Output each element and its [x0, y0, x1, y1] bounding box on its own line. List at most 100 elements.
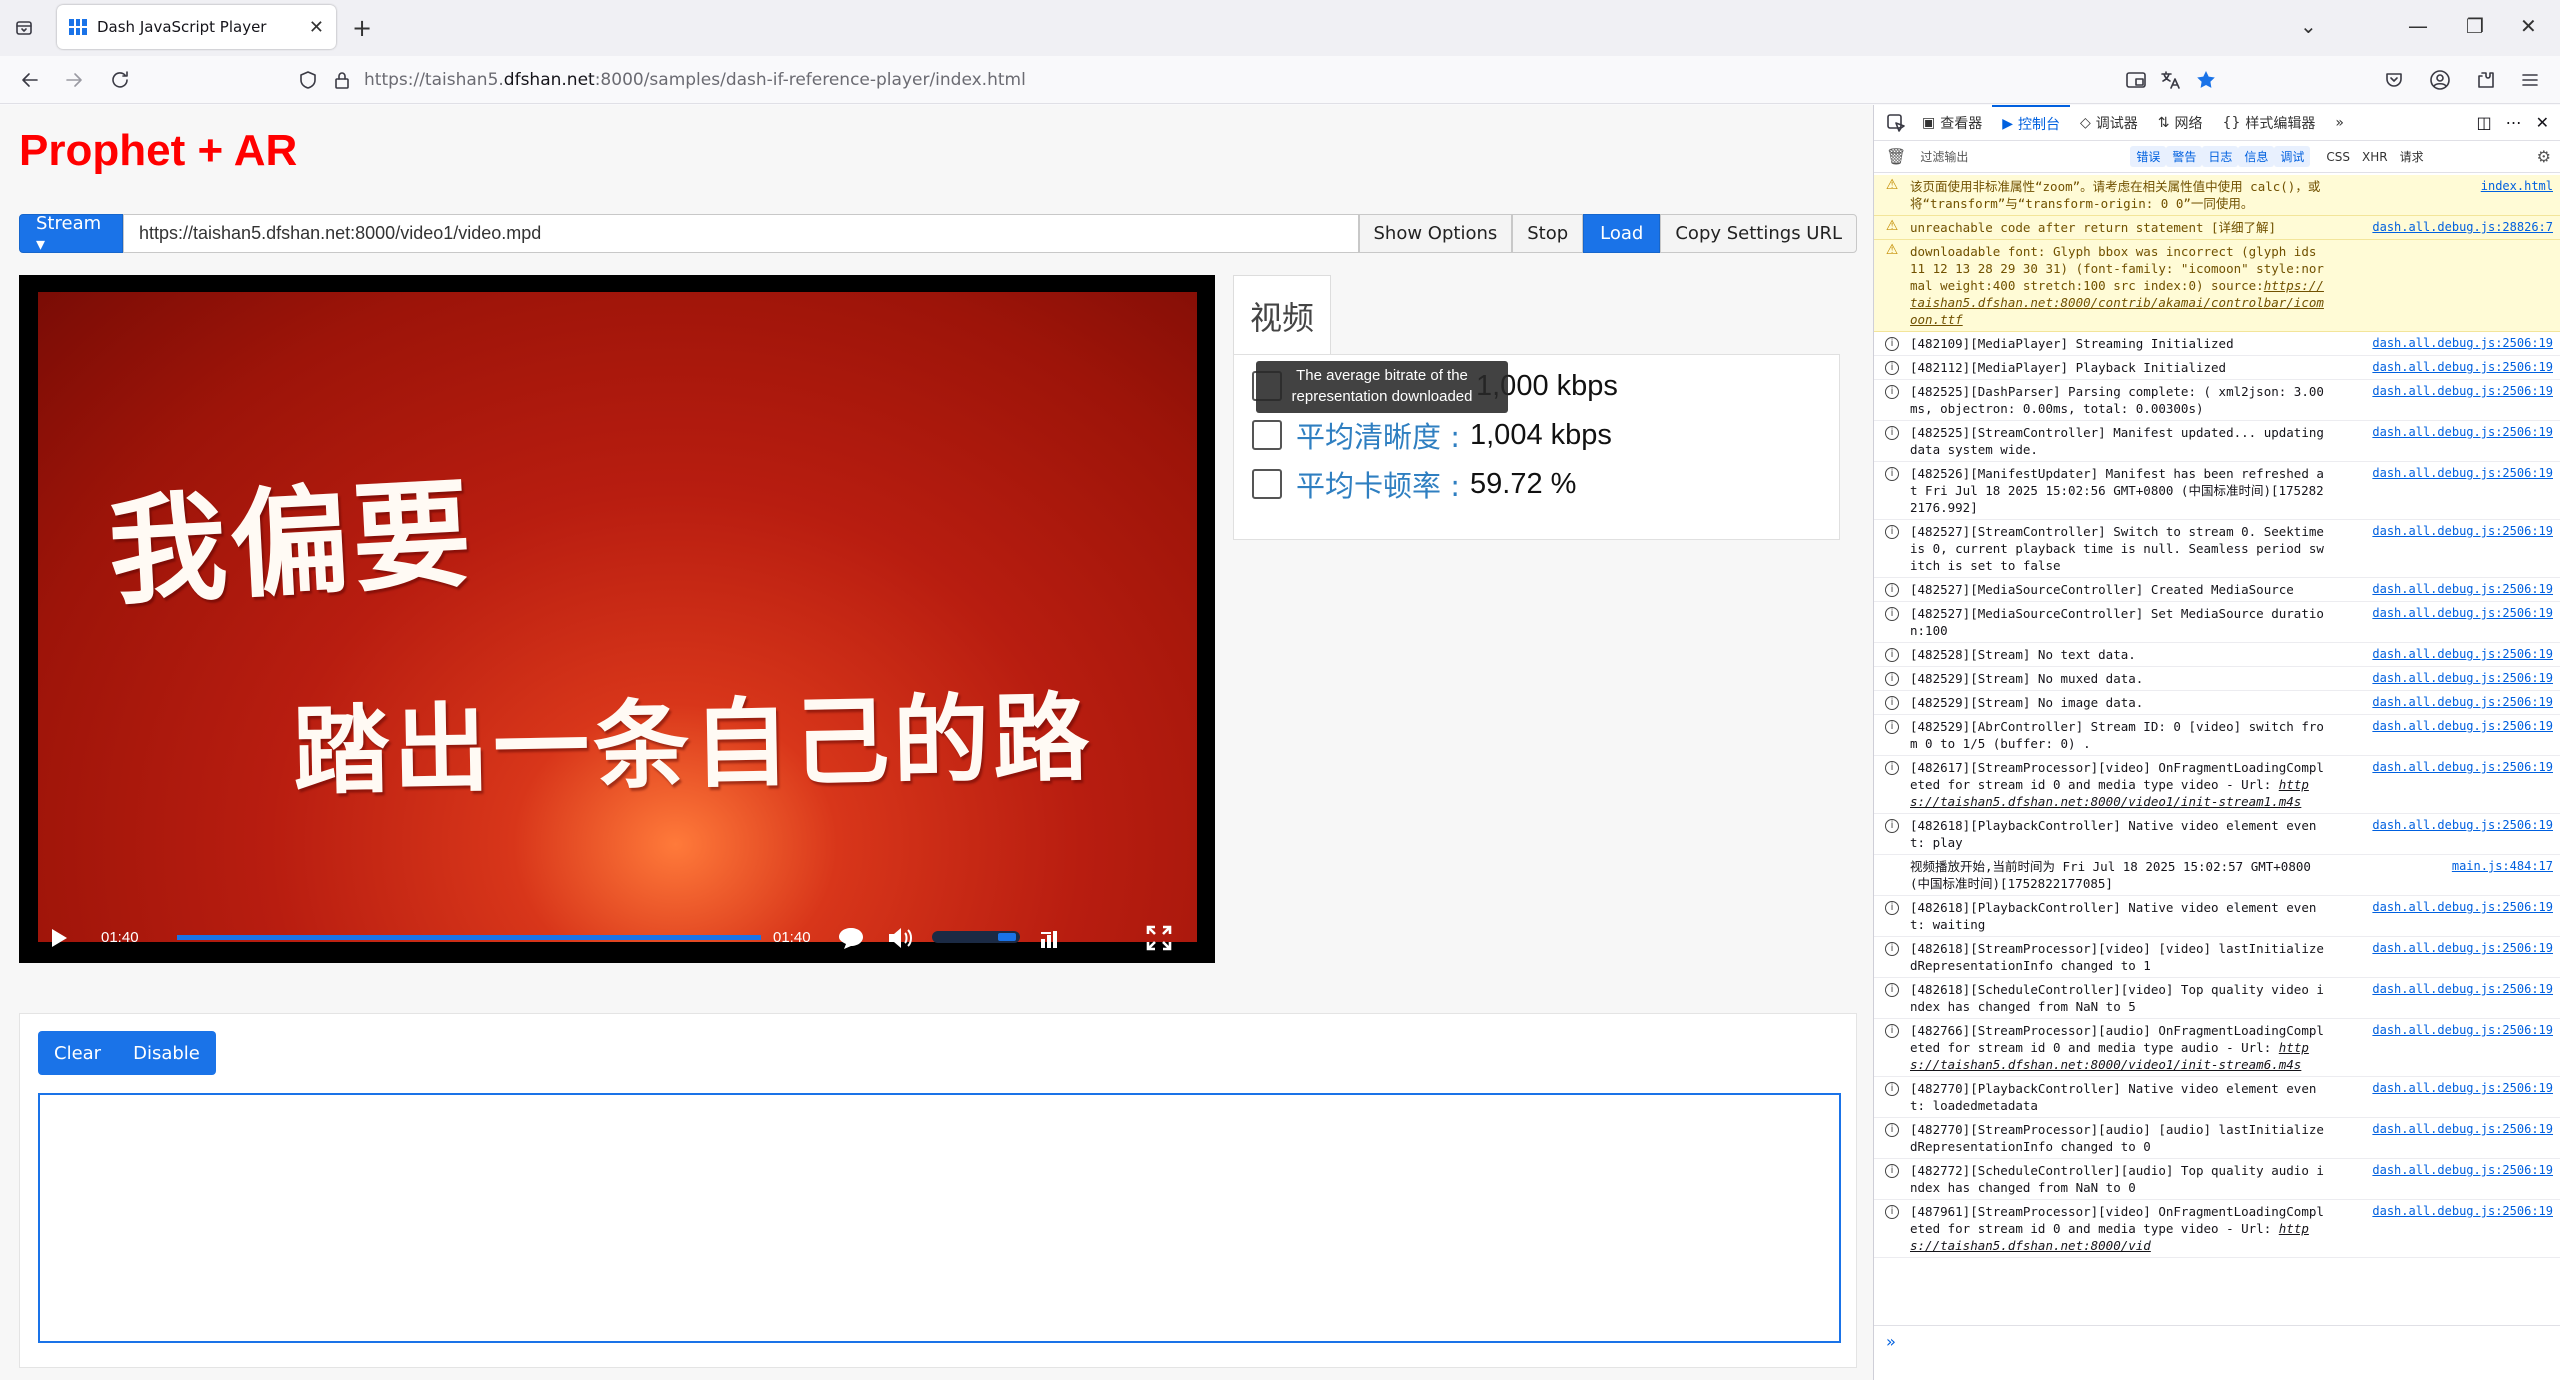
seek-bar[interactable] [177, 935, 761, 940]
clear-console-icon[interactable]: 🗑 [1886, 147, 1906, 166]
load-button[interactable]: Load [1583, 214, 1661, 253]
translate-icon[interactable] [2158, 68, 2182, 92]
log-textarea[interactable] [38, 1093, 1841, 1343]
message-source-link[interactable]: dash.all.debug.js:2506:19 [2372, 1162, 2553, 1179]
console-message: i [482527][StreamController] Switch to st… [1874, 520, 2560, 578]
filter-requests[interactable]: 请求 [2394, 146, 2430, 167]
stream-dropdown-button[interactable]: Stream ▾ [19, 213, 123, 255]
message-source-link[interactable]: dash.all.debug.js:2506:19 [2372, 465, 2553, 482]
reload-icon[interactable] [108, 68, 132, 92]
tab-network[interactable]: ⇅ 网络 [2148, 105, 2213, 141]
message-text: [487961][StreamProcessor][video] OnFragm… [1910, 1203, 2330, 1254]
account-icon[interactable] [2428, 68, 2452, 92]
message-source-link[interactable]: dash.all.debug.js:2506:19 [2372, 523, 2553, 540]
more-tabs-icon[interactable]: » [2325, 105, 2354, 141]
message-source-link[interactable]: dash.all.debug.js:2506:19 [2372, 718, 2553, 735]
console-message: i [482770][PlaybackController] Native vid… [1874, 1077, 2560, 1118]
forward-icon[interactable] [62, 68, 86, 92]
menu-icon[interactable] [2518, 68, 2542, 92]
tab-style-editor[interactable]: {} 样式编辑器 [2213, 105, 2326, 141]
message-source-link[interactable]: dash.all.debug.js:2506:19 [2372, 1080, 2553, 1097]
list-all-tabs-button[interactable] [0, 0, 48, 56]
back-icon[interactable] [18, 68, 42, 92]
info-icon: i [1885, 720, 1899, 734]
close-devtools-icon[interactable]: ✕ [2536, 113, 2549, 132]
message-text: [482618][StreamProcessor][video] [video]… [1910, 940, 2330, 974]
pocket-icon[interactable] [2382, 68, 2406, 92]
message-source-link[interactable]: dash.all.debug.js:28826:7 [2372, 219, 2553, 236]
volume-icon[interactable] [887, 926, 913, 950]
picture-in-picture-icon[interactable] [2124, 68, 2148, 92]
tab-debugger[interactable]: ◇ 调试器 [2070, 105, 2148, 141]
fullscreen-icon[interactable] [1145, 924, 1173, 952]
play-icon[interactable] [49, 927, 69, 949]
filter-css[interactable]: CSS [2320, 148, 2356, 166]
filter-debug[interactable]: 调试 [2274, 146, 2311, 167]
console-settings-gear-icon[interactable]: ⚙ [2537, 147, 2551, 166]
video-frame[interactable]: 我偏要 踏出一条自己的路 [38, 292, 1197, 942]
message-text: [482529][Stream] No image data. [1910, 694, 2330, 711]
volume-slider[interactable] [932, 931, 1020, 943]
bitrate-list-icon[interactable] [1039, 929, 1063, 949]
message-body: [482770][StreamProcessor][audio] [audio]… [1910, 1122, 2324, 1154]
message-source-link[interactable]: dash.all.debug.js:2506:19 [2372, 694, 2553, 711]
lock-icon[interactable] [330, 68, 354, 92]
chevron-down-icon[interactable]: ⌄ [2300, 14, 2317, 38]
message-source-link[interactable]: main.js:484:17 [2452, 858, 2553, 875]
message-text: [482527][StreamController] Switch to str… [1910, 523, 2330, 574]
message-source-link[interactable]: dash.all.debug.js:2506:19 [2372, 605, 2553, 622]
message-source-link[interactable]: dash.all.debug.js:2506:19 [2372, 981, 2553, 998]
stat-checkbox[interactable] [1252, 469, 1282, 499]
message-source-link[interactable]: dash.all.debug.js:2506:19 [2372, 359, 2553, 376]
message-source-link[interactable]: dash.all.debug.js:2506:19 [2372, 1203, 2553, 1220]
dock-icon[interactable]: ◫ [2476, 113, 2491, 132]
message-source-link[interactable]: dash.all.debug.js:2506:19 [2372, 940, 2553, 957]
console-message: i [482525][DashParser] Parsing complete: … [1874, 380, 2560, 421]
filter-xhr[interactable]: XHR [2356, 148, 2394, 166]
new-tab-button[interactable]: + [352, 14, 372, 42]
stop-button[interactable]: Stop [1512, 214, 1584, 253]
video-player[interactable]: 我偏要 踏出一条自己的路 01:40 01:40 [19, 275, 1215, 963]
message-source-link[interactable]: dash.all.debug.js:2506:19 [2372, 335, 2553, 352]
pick-element-icon[interactable] [1886, 113, 1906, 133]
stream-url-input[interactable]: https://taishan5.dfshan.net:8000/video1/… [123, 214, 1359, 253]
clear-button[interactable]: Clear [38, 1031, 117, 1075]
message-source-link[interactable]: dash.all.debug.js:2506:19 [2372, 1022, 2553, 1039]
extensions-icon[interactable] [2474, 68, 2498, 92]
shield-icon[interactable] [296, 68, 320, 92]
filter-input[interactable]: 过滤输出 [1920, 148, 2130, 165]
tab-console[interactable]: ▶ 控制台 [1992, 104, 2071, 141]
captions-icon[interactable] [837, 926, 865, 950]
close-tab-icon[interactable]: ✕ [309, 17, 324, 38]
message-source-link[interactable]: dash.all.debug.js:2506:19 [2372, 817, 2553, 834]
message-source-link[interactable]: dash.all.debug.js:2506:19 [2372, 1121, 2553, 1138]
tab-video-stats[interactable]: 视频 [1233, 275, 1331, 355]
bookmark-star-icon[interactable] [2194, 68, 2218, 92]
message-source-link[interactable]: dash.all.debug.js:2506:19 [2372, 581, 2553, 598]
show-options-button[interactable]: Show Options [1358, 214, 1513, 253]
filter-info[interactable]: 信息 [2238, 146, 2275, 167]
close-window-icon[interactable]: ✕ [2520, 14, 2537, 38]
message-source-link[interactable]: dash.all.debug.js:2506:19 [2372, 759, 2553, 776]
filter-logs[interactable]: 日志 [2202, 146, 2239, 167]
restore-icon[interactable]: ❐ [2466, 14, 2484, 38]
message-source-link[interactable]: dash.all.debug.js:2506:19 [2372, 383, 2553, 400]
message-source-link[interactable]: dash.all.debug.js:2506:19 [2372, 424, 2553, 441]
filter-errors[interactable]: 错误 [2130, 146, 2167, 167]
filter-warnings[interactable]: 警告 [2166, 146, 2203, 167]
info-icon: i [1885, 648, 1899, 662]
tab-inspector[interactable]: ▣ 查看器 [1912, 105, 1992, 141]
message-source-link[interactable]: dash.all.debug.js:2506:19 [2372, 646, 2553, 663]
browser-tab-active[interactable]: Dash JavaScript Player ✕ [57, 5, 336, 49]
disable-button[interactable]: Disable [117, 1031, 216, 1075]
address-bar[interactable]: https://taishan5. dfshan.net:8000/samples… [364, 60, 2064, 100]
copy-settings-url-button[interactable]: Copy Settings URL [1660, 214, 1857, 253]
message-source-link[interactable]: dash.all.debug.js:2506:19 [2372, 899, 2553, 916]
minimize-icon[interactable]: — [2408, 14, 2428, 38]
console-input[interactable]: » [1874, 1325, 2560, 1357]
message-source-link[interactable]: dash.all.debug.js:2506:19 [2372, 670, 2553, 687]
message-source-link[interactable]: index.html [2481, 178, 2553, 195]
more-options-icon[interactable]: ⋯ [2506, 113, 2522, 132]
stat-checkbox[interactable] [1252, 420, 1282, 450]
info-icon: i [1885, 337, 1899, 351]
